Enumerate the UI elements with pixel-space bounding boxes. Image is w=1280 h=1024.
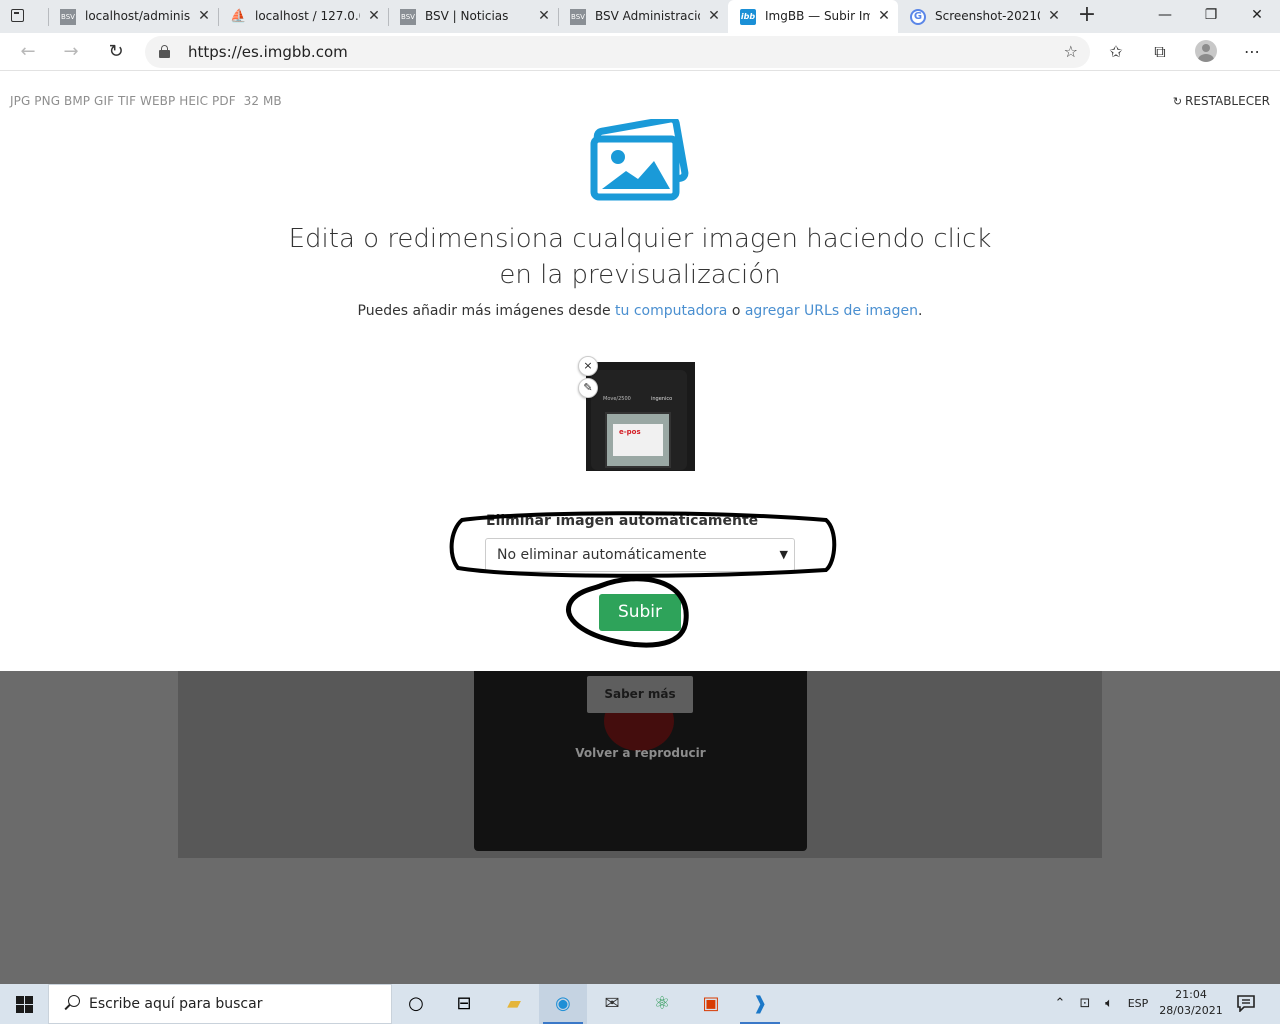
- tray-chevron-up-icon[interactable]: ⌃: [1050, 984, 1070, 1024]
- auto-delete-select[interactable]: No eliminar automáticamente ▼: [485, 538, 795, 572]
- tab-title: localhost/administra: [85, 9, 190, 23]
- tab-close-icon[interactable]: ✕: [536, 8, 552, 24]
- lock-icon[interactable]: [159, 45, 170, 58]
- back-arrow-icon[interactable]: ←: [15, 39, 41, 65]
- taskbar-search[interactable]: Escribe aquí para buscar: [48, 984, 392, 1024]
- tab-close-icon[interactable]: ✕: [366, 8, 382, 24]
- minimize-button[interactable]: —: [1142, 0, 1188, 33]
- forward-arrow-icon[interactable]: →: [58, 39, 84, 65]
- headline: Edita o redimensiona cualquier imagen ha…: [288, 224, 992, 290]
- atom-icon[interactable]: ⚛: [638, 984, 686, 1024]
- upload-button[interactable]: Subir: [599, 594, 681, 631]
- tab-close-icon[interactable]: ✕: [706, 8, 722, 24]
- add-image-urls-link[interactable]: agregar URLs de imagen: [745, 303, 918, 319]
- reset-icon: ↻: [1172, 95, 1183, 108]
- file-explorer-icon[interactable]: ▰: [490, 984, 538, 1024]
- max-size-text: 32 MB: [243, 94, 282, 108]
- tab-title: BSV | Noticias: [425, 9, 509, 23]
- mail-icon[interactable]: ✉: [588, 984, 636, 1024]
- phpmyadmin-favicon-icon: ⛵: [230, 9, 247, 24]
- notifications-icon[interactable]: [1236, 994, 1256, 1012]
- imgbb-favicon-icon: ibb: [740, 9, 756, 25]
- edge-browser-icon[interactable]: ◉: [539, 984, 587, 1024]
- tab-bsv-administracion[interactable]: BSV BSV Administracion ✕: [558, 0, 728, 33]
- add-more-text: Puedes añadir más imágenes desde tu comp…: [357, 303, 923, 319]
- tab-phpmyadmin[interactable]: ⛵ localhost / 127.0.0.1 ✕: [218, 0, 388, 33]
- bsv-favicon-icon: BSV: [400, 9, 416, 25]
- collections-icon[interactable]: ⧉: [1147, 40, 1173, 64]
- google-favicon-icon: G: [910, 9, 926, 25]
- address-bar[interactable]: https://es.imgbb.com ☆: [145, 36, 1090, 68]
- restore-button[interactable]: ❐: [1188, 0, 1234, 33]
- tab-title: Screenshot-2021022: [935, 9, 1040, 23]
- bsv-favicon-icon: BSV: [570, 9, 586, 25]
- tab-close-icon[interactable]: ✕: [876, 8, 892, 24]
- edit-image-icon[interactable]: ✎: [578, 378, 598, 398]
- vscode-icon[interactable]: ❱: [736, 984, 784, 1024]
- from-computer-link[interactable]: tu computadora: [615, 303, 727, 319]
- office-icon[interactable]: ▣: [687, 984, 735, 1024]
- tab-close-icon[interactable]: ✕: [1046, 8, 1062, 24]
- tab-screenshot[interactable]: G Screenshot-2021022 ✕: [898, 0, 1068, 33]
- tab-bsv-noticias[interactable]: BSV BSV | Noticias ✕: [388, 0, 558, 33]
- tab-actions-icon[interactable]: [8, 7, 28, 25]
- task-view-icon[interactable]: ⊟: [440, 984, 488, 1024]
- close-window-button[interactable]: ✕: [1234, 0, 1280, 33]
- profile-avatar[interactable]: [1195, 40, 1217, 62]
- tab-title: localhost / 127.0.0.1: [255, 9, 360, 23]
- images-icon: [590, 119, 689, 201]
- upload-modal: JPG PNG BMP GIF TIF WEBP HEIC PDF 32 MB …: [0, 71, 1280, 671]
- auto-delete-label: Eliminar imagen automáticamente: [486, 513, 759, 529]
- more-options-icon[interactable]: ⋯: [1239, 40, 1265, 64]
- language-indicator[interactable]: ESP: [1124, 984, 1152, 1024]
- windows-logo-icon: [16, 996, 33, 1013]
- network-icon[interactable]: ⊡: [1074, 984, 1096, 1024]
- start-button[interactable]: [0, 984, 48, 1024]
- refresh-icon[interactable]: ↻: [103, 39, 129, 65]
- url-text[interactable]: https://es.imgbb.com: [188, 43, 348, 61]
- search-icon: [63, 995, 81, 1013]
- tab-strip: BSV localhost/administra ✕ ⛵ localhost /…: [0, 0, 1280, 33]
- learn-more-button: Saber más: [587, 676, 693, 713]
- system-clock[interactable]: 21:04 28/03/2021: [1158, 987, 1224, 1019]
- windows-taskbar: Escribe aquí para buscar ○ ⊟ ▰ ◉ ✉ ⚛ ▣ ❱…: [0, 984, 1280, 1024]
- tab-title: BSV Administracion: [595, 9, 700, 23]
- tab-close-icon[interactable]: ✕: [196, 8, 212, 24]
- cortana-icon[interactable]: ○: [392, 984, 440, 1024]
- payment-terminal-photo: Move/2500 ingenico e-pos: [591, 370, 687, 470]
- tab-imgbb[interactable]: ibb ImgBB — Subir Imá ✕: [728, 0, 898, 33]
- remove-image-icon[interactable]: ×: [578, 356, 598, 376]
- bsv-favicon-icon: BSV: [60, 9, 76, 25]
- browser-toolbar: ← → ↻ https://es.imgbb.com ☆ ✩ ⧉ ⋯: [0, 33, 1280, 71]
- new-tab-button[interactable]: +: [1076, 4, 1098, 27]
- tab-title: ImgBB — Subir Imá: [765, 9, 870, 23]
- file-formats-info: JPG PNG BMP GIF TIF WEBP HEIC PDF 32 MB: [10, 94, 282, 108]
- tab-localhost-admin[interactable]: BSV localhost/administra ✕: [48, 0, 218, 33]
- reset-button[interactable]: ↻ RESTABLECER: [1173, 94, 1270, 108]
- formats-text: JPG PNG BMP GIF TIF WEBP HEIC PDF: [10, 94, 236, 108]
- favorites-icon[interactable]: ✩: [1103, 40, 1129, 64]
- replay-link: Volver a reproducir: [575, 746, 706, 760]
- image-preview[interactable]: Move/2500 ingenico e-pos: [586, 362, 695, 471]
- volume-icon[interactable]: 🔈︎: [1098, 984, 1120, 1024]
- chevron-down-icon: ▼: [779, 548, 788, 561]
- add-favorite-icon[interactable]: ☆: [1064, 42, 1078, 61]
